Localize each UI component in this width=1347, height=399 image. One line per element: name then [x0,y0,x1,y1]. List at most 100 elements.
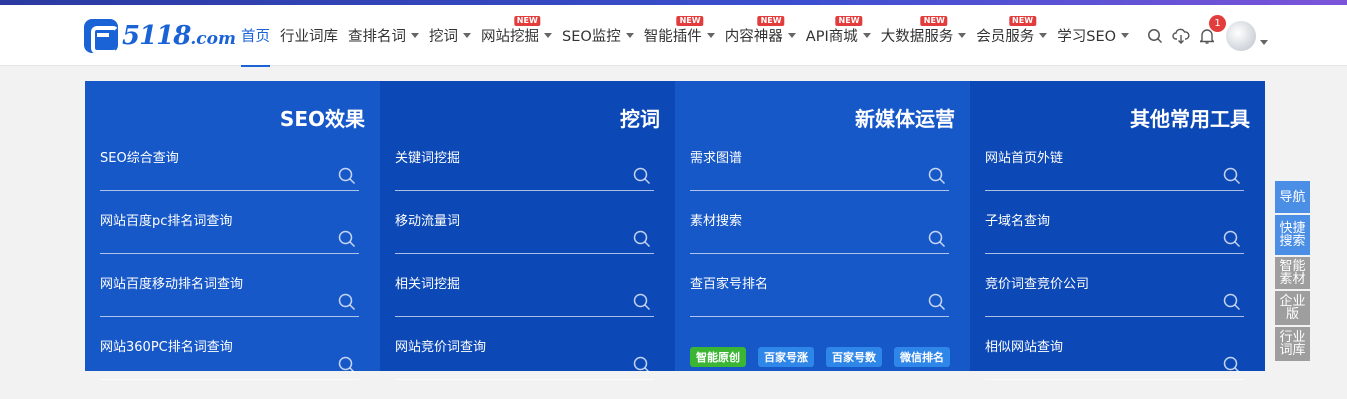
nav-item-label: 挖词 [429,29,458,45]
new-badge: NEW [920,16,948,26]
tool-search-field[interactable]: 网站首页外链 [985,147,1250,210]
tool-search-field[interactable]: SEO综合查询 [100,147,365,210]
tool-label: 网站百度pc排名词查询 [100,214,233,229]
nav-item-1[interactable]: 行业词库 [280,5,338,66]
nav-item-3[interactable]: 挖词 [429,5,471,66]
side-tab-1[interactable]: 快捷搜索 [1275,215,1310,255]
tool-label: 网站百度移动排名词查询 [100,277,244,292]
search-icon[interactable] [337,229,357,249]
bell-icon[interactable]: 1 [1194,14,1226,49]
tools-panel: SEO效果 SEO综合查询 网站百度pc排名词查询 网站百度移动排名词查询 网站360P… [85,81,1265,380]
tool-search-field[interactable]: 素材搜索 [690,210,955,273]
tool-search-field[interactable]: 网站360PC排名词查询 [100,336,365,399]
tool-search-field[interactable]: 网站竞价词查询 [395,336,660,399]
search-icon[interactable] [1222,229,1242,249]
tool-label: 子域名查询 [985,214,1051,229]
tool-search-field[interactable]: 网站百度移动排名词查询 [100,273,365,336]
search-icon[interactable] [1222,292,1242,312]
search-icon[interactable] [927,229,947,249]
search-icon[interactable] [1222,355,1242,375]
search-icon[interactable] [927,292,947,312]
search-icon[interactable] [632,355,652,375]
search-icon[interactable] [337,166,357,186]
logo-text: 5118.com [122,21,236,51]
nav-item-label: API商城 [805,29,858,45]
nav-item-4[interactable]: 网站挖掘 NEW [481,5,552,66]
tool-search-field[interactable]: 查百家号排名 [690,273,955,336]
side-tab-4[interactable]: 行业词库 [1275,327,1310,361]
input-underline [100,190,359,191]
column-title: 新媒体运营 [855,107,955,131]
tool-label: 关键词挖掘 [395,151,461,166]
quick-tags: 智能原创 百家号涨 百家号数 微信排名 [690,347,962,367]
caret-down-icon [625,33,634,38]
nav-item-7[interactable]: 内容神器 NEW [725,5,796,66]
side-tab-3[interactable]: 企业版 [1275,291,1310,325]
input-underline [985,379,1244,380]
side-tab-label: 导航 [1279,189,1306,205]
input-underline [985,190,1244,191]
tool-search-field[interactable]: 移动流量词 [395,210,660,273]
side-tab-label: 智能素材 [1279,259,1306,287]
caret-down-icon [958,33,967,38]
tool-label: 竞价词查竞价公司 [985,277,1090,292]
search-icon[interactable] [632,292,652,312]
nav-item-11[interactable]: 学习SEO [1057,5,1130,66]
quick-tag[interactable]: 微信排名 [894,347,950,367]
nav-item-label: 智能插件 [643,29,702,45]
main-nav: 首页 行业词库 查排名词 挖词 网站挖掘 NEW SEO监控 智能插件 NEW 内容神器 NEW AP… [241,5,1139,67]
tool-label: 网站首页外链 [985,151,1064,166]
side-tab-0[interactable]: 导航 [1275,181,1310,213]
search-icon[interactable] [1142,23,1168,49]
logo-mark-icon [84,19,119,54]
search-icon[interactable] [337,292,357,312]
tool-search-field[interactable]: 竞价词查竞价公司 [985,273,1250,336]
caret-down-icon [862,33,871,38]
input-underline [100,379,359,380]
nav-item-10[interactable]: 会员服务 NEW [976,5,1048,66]
nav-item-8[interactable]: API商城 NEW [806,5,871,66]
caret-down-icon [544,33,552,38]
column-title: 挖词 [620,107,660,131]
tool-label: 相似网站查询 [985,340,1064,355]
tool-search-field[interactable]: 相似网站查询 [985,336,1250,399]
tool-search-field[interactable]: 相关词挖掘 [395,273,660,336]
quick-tag[interactable]: 百家号涨 [758,347,814,367]
site-header: 5118.com 首页 行业词库 查排名词 挖词 网站挖掘 NEW SEO监控 智能插件 NEW… [0,5,1347,67]
tool-search-field[interactable]: 关键词挖掘 [395,147,660,210]
tool-search-field[interactable]: 子域名查询 [985,210,1250,273]
search-icon[interactable] [632,229,652,249]
nav-item-label: 会员服务 [976,29,1035,45]
search-icon[interactable] [1222,166,1242,186]
tool-search-field[interactable]: 网站百度pc排名词查询 [100,210,365,273]
nav-item-5[interactable]: SEO监控 [562,5,634,66]
nav-item-0[interactable]: 首页 [241,5,270,67]
nav-item-label: SEO监控 [562,29,621,45]
nav-item-2[interactable]: 查排名词 [348,5,419,66]
nav-item-label: 网站挖掘 [481,29,539,45]
input-underline [100,253,359,254]
caret-down-icon [706,33,715,38]
avatar[interactable] [1226,21,1256,51]
nav-item-6[interactable]: 智能插件 NEW [644,5,715,66]
search-icon[interactable] [337,355,357,375]
side-tab-2[interactable]: 智能素材 [1275,257,1310,289]
tool-label: SEO综合查询 [100,151,179,166]
nav-item-label: 查排名词 [348,29,406,45]
side-tab-label: 行业词库 [1279,330,1306,358]
chevron-down-icon[interactable] [1260,40,1268,45]
input-underline [690,190,949,191]
tool-column-3: 其他常用工具 网站首页外链 子域名查询 竞价词查竞价公司 相似网站查询 [970,81,1265,380]
logo[interactable]: 5118.com [84,19,236,54]
quick-tag[interactable]: 百家号数 [826,347,882,367]
nav-item-9[interactable]: 大数据服务 NEW [881,5,967,66]
new-badge: NEW [757,16,785,26]
quick-tag[interactable]: 智能原创 [690,347,746,367]
side-tab-label: 企业版 [1279,294,1306,322]
cloud-download-icon[interactable] [1168,23,1194,49]
search-icon[interactable] [632,166,652,186]
nav-item-label: 首页 [241,29,270,45]
tool-column-0: SEO效果 SEO综合查询 网站百度pc排名词查询 网站百度移动排名词查询 网站360P… [85,81,380,380]
tool-search-field[interactable]: 需求图谱 [690,147,955,210]
search-icon[interactable] [927,166,947,186]
